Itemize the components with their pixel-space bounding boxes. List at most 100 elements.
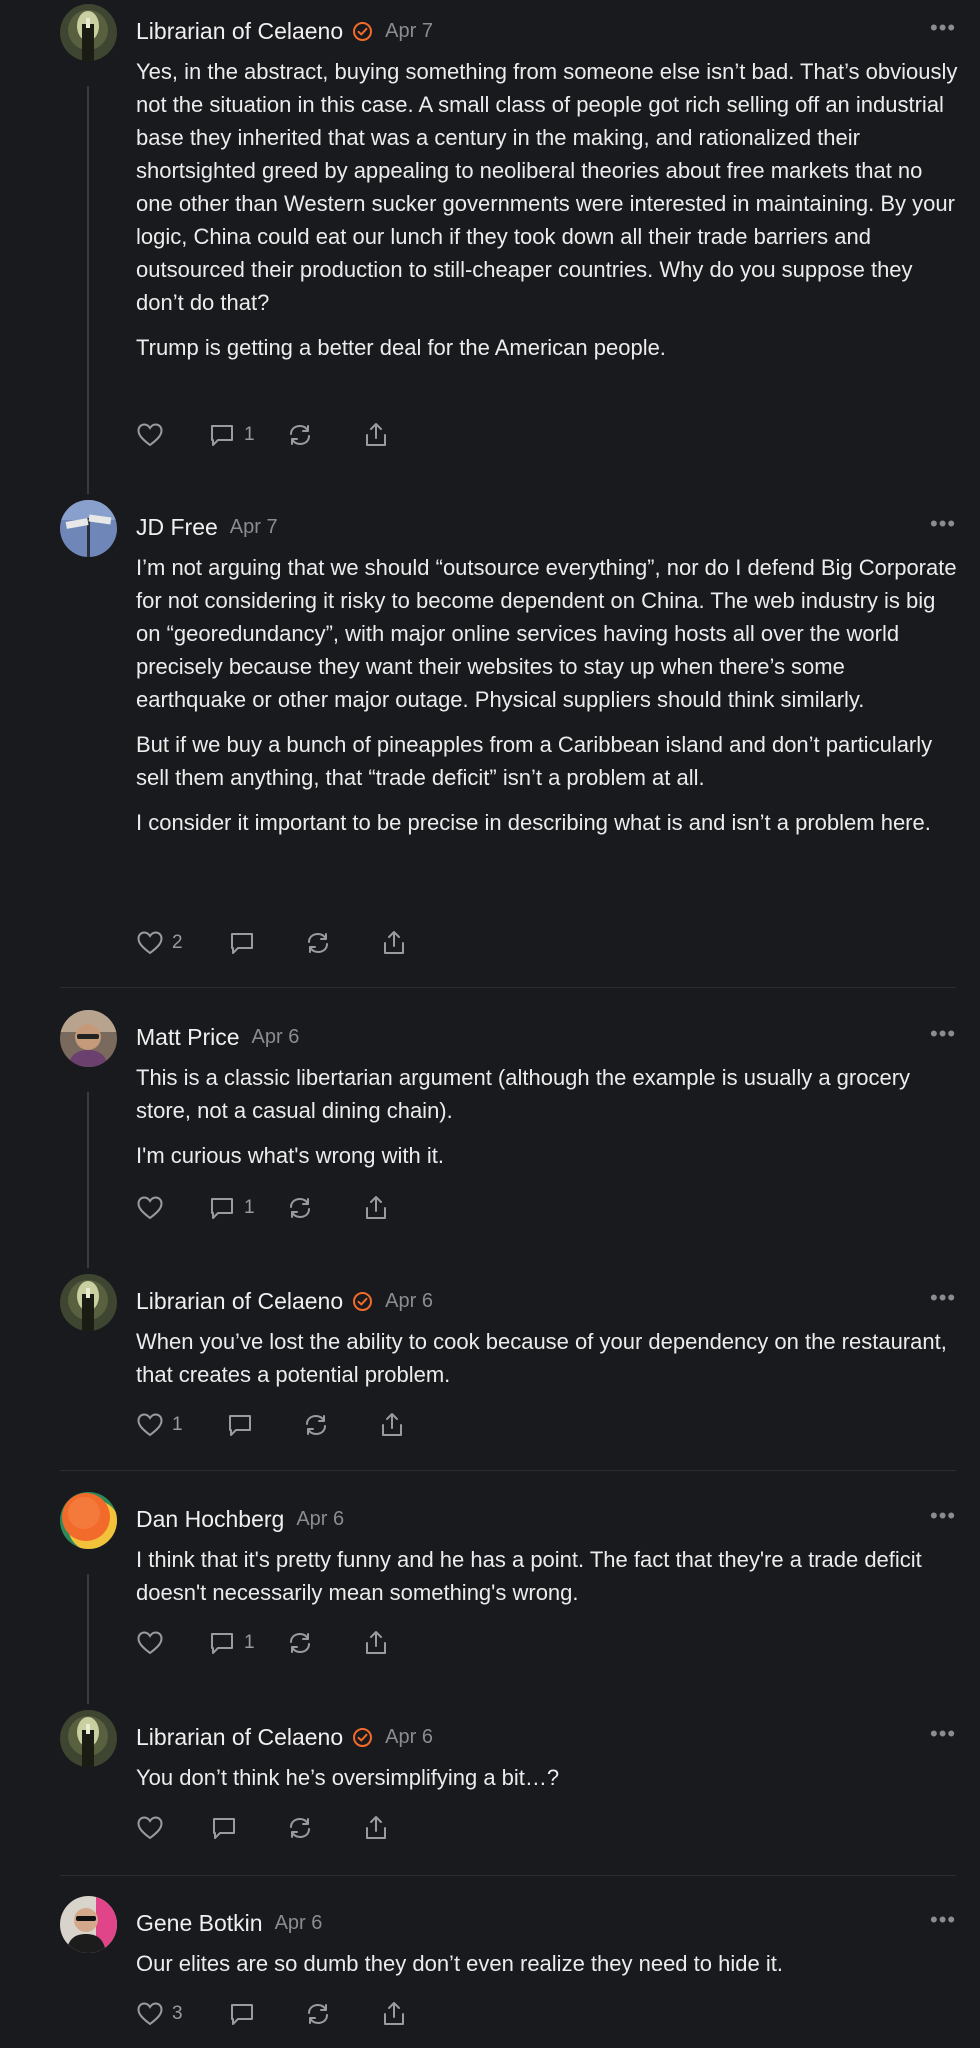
more-options-icon[interactable]: ••• [930,1723,956,1745]
comment-date[interactable]: Apr 6 [385,1726,433,1749]
verified-badge-icon [352,1291,373,1312]
restack-button[interactable] [286,1194,362,1222]
comment-actions: 1 [136,1192,390,1224]
like-button[interactable]: 1 [136,1411,226,1439]
restack-button[interactable] [302,1411,378,1439]
share-icon [384,931,404,954]
share-button[interactable] [362,1194,390,1222]
thread-line [87,1574,89,1704]
reply-count: 1 [244,1197,255,1218]
comment-paragraph: I'm curious what's wrong with it. [136,1143,444,1168]
avatar[interactable] [60,500,117,557]
share-button[interactable] [378,1411,406,1439]
restack-icon [290,425,310,445]
comment-icon [211,1198,233,1219]
comment-actions: 2 [136,927,408,959]
more-options-icon[interactable]: ••• [930,1909,956,1931]
reply-button[interactable]: 1 [208,1629,286,1657]
share-button[interactable] [362,1629,390,1657]
like-button[interactable] [136,1814,210,1842]
comment-date[interactable]: Apr 6 [252,1026,300,1049]
like-count: 3 [172,2003,183,2024]
author-name[interactable]: Dan Hochberg [136,1506,284,1533]
comment-paragraph: Yes, in the abstract, buying something f… [136,59,958,315]
like-button[interactable]: 3 [136,2000,228,2028]
restack-button[interactable] [286,421,362,449]
comment-body: Yes, in the abstract, buying something f… [136,55,958,376]
comment-icon [231,2004,253,2025]
share-icon [366,1631,386,1654]
more-options-icon[interactable]: ••• [930,17,956,39]
author-name[interactable]: Librarian of Celaeno [136,18,343,45]
avatar[interactable] [60,1010,117,1067]
restack-button[interactable] [286,1629,362,1657]
comment-body: I’m not arguing that we should “outsourc… [136,551,958,851]
more-options-icon[interactable]: ••• [930,513,956,535]
reply-button[interactable] [210,1814,286,1842]
restack-button[interactable] [304,929,380,957]
more-options-icon[interactable]: ••• [930,1023,956,1045]
comment-paragraph: Trump is getting a better deal for the A… [136,335,666,360]
more-options-icon[interactable]: ••• [930,1505,956,1527]
avatar[interactable] [60,1896,117,1953]
share-icon [366,423,386,446]
like-button[interactable]: 2 [136,929,228,957]
like-button[interactable] [136,1194,208,1222]
restack-icon [308,933,328,953]
comment-paragraph: You don’t think he’s oversimplifying a b… [136,1765,560,1790]
like-button[interactable] [136,421,208,449]
heart-icon [137,2002,163,2026]
comment-body: Our elites are so dumb they don’t even r… [136,1947,958,1992]
reply-button[interactable]: 1 [208,1194,286,1222]
verified-badge-icon [352,1727,373,1748]
heart-icon [137,931,163,955]
avatar[interactable] [60,1492,117,1549]
restack-icon [308,2004,328,2024]
author-name[interactable]: Librarian of Celaeno [136,1288,343,1315]
comment-icon [211,1633,233,1654]
like-button[interactable] [136,1629,208,1657]
comment-actions: 1 [136,1627,390,1659]
author-name[interactable]: Gene Botkin [136,1910,263,1937]
reply-button[interactable] [228,2000,304,2028]
comment-paragraph: I consider it important to be precise in… [136,810,931,835]
separator [60,987,956,988]
comment-body: When you’ve lost the ability to cook bec… [136,1325,958,1403]
restack-icon [290,1198,310,1218]
share-icon [366,1196,386,1219]
share-button[interactable] [380,929,408,957]
comment-date[interactable]: Apr 6 [385,1290,433,1313]
reply-button[interactable] [228,929,304,957]
comment-actions: 3 [136,1998,408,2030]
comment-date[interactable]: Apr 6 [275,1912,323,1935]
restack-button[interactable] [286,1814,362,1842]
share-button[interactable] [362,421,390,449]
avatar[interactable] [60,1710,117,1767]
avatar[interactable] [60,1274,117,1331]
verified-badge-icon [352,21,373,42]
comment-paragraph: I think that it's pretty funny and he ha… [136,1547,922,1605]
author-name[interactable]: Librarian of Celaeno [136,1724,343,1751]
author-name[interactable]: Matt Price [136,1024,240,1051]
reply-count: 1 [244,1632,255,1653]
comment-date[interactable]: Apr 6 [296,1508,344,1531]
comment-body: You don’t think he’s oversimplifying a b… [136,1761,958,1806]
avatar[interactable] [60,4,117,61]
restack-icon [290,1633,310,1653]
comment-actions: 1 [136,419,390,451]
comment-date[interactable]: Apr 7 [385,20,433,43]
like-count: 2 [172,932,183,953]
reply-count: 1 [244,424,255,445]
share-icon [366,1816,386,1839]
share-button[interactable] [380,2000,408,2028]
share-button[interactable] [362,1814,390,1842]
more-options-icon[interactable]: ••• [930,1287,956,1309]
restack-button[interactable] [304,2000,380,2028]
separator [60,1470,956,1471]
comment-icon [229,1415,251,1436]
author-name[interactable]: JD Free [136,514,218,541]
reply-button[interactable]: 1 [208,421,286,449]
comment-paragraph: When you’ve lost the ability to cook bec… [136,1329,947,1387]
comment-date[interactable]: Apr 7 [230,516,278,539]
reply-button[interactable] [226,1411,302,1439]
